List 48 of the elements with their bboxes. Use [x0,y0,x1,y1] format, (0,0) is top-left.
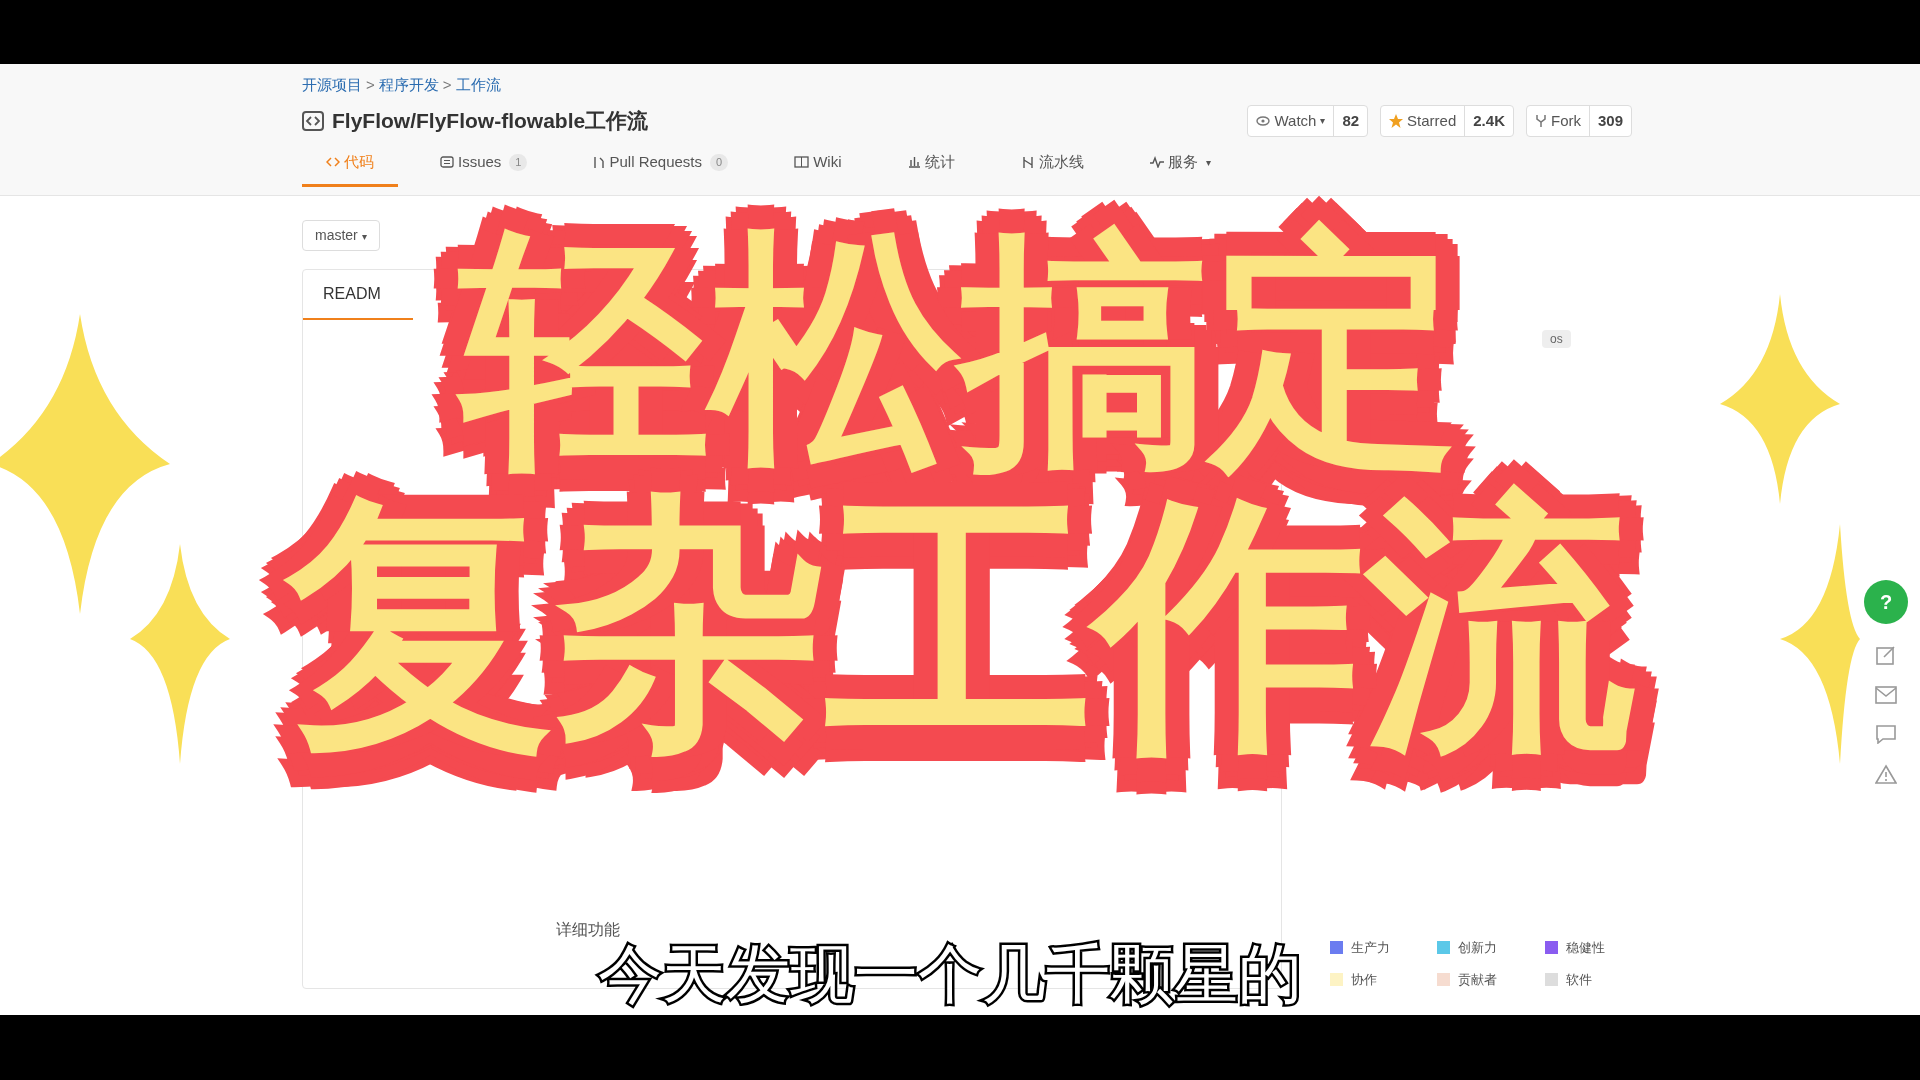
count-badge: 0 [710,154,729,171]
count-badge: 1 [509,154,528,171]
caret-icon: ▾ [1205,154,1211,170]
code-icon [326,156,340,169]
caret-icon: ▾ [1320,113,1326,129]
warning-icon[interactable] [1875,764,1897,784]
watch-count[interactable]: 82 [1333,105,1368,136]
star-icon [1389,113,1404,128]
star-count[interactable]: 2.4K [1464,105,1513,136]
breadcrumb-link[interactable]: 工作流 [455,74,501,97]
fork-count[interactable]: 309 [1588,105,1631,136]
repo-title[interactable]: FlyFlow/FlyFlow-flowable工作流 [332,105,649,137]
book-icon [794,156,810,169]
caret-icon: ▾ [361,231,367,242]
legend-label: 贡献者 [1458,970,1498,989]
readme-tab[interactable]: READM [323,285,381,302]
edit-icon[interactable] [1875,644,1897,666]
repo-tab[interactable]: 流水线 [996,151,1108,187]
branch-dropdown[interactable]: master ▾ [302,220,380,251]
star-button[interactable]: Starred [1381,105,1465,136]
pipeline-icon [1020,155,1035,169]
legend-label: 稳健性 [1565,939,1605,957]
legend-label: 软件 [1565,970,1592,989]
feature-note: 详细功能 [556,920,620,940]
fork-icon [1534,113,1547,128]
legend-label: 生产力 [1351,939,1390,957]
eye-icon [1256,115,1271,126]
breadcrumb-link[interactable]: 程序开发 [378,74,439,97]
code-icon [302,110,324,131]
repo-tab[interactable]: Issues 1 [416,151,552,187]
legend-label: 协作 [1351,970,1377,989]
mail-icon[interactable] [1875,686,1897,704]
watch-button[interactable]: Watch ▾ [1248,105,1334,136]
fork-button[interactable]: Fork [1526,105,1589,136]
issues-icon [440,156,454,169]
repo-tab[interactable]: 服务 ▾ [1125,151,1235,187]
pull-request-icon [593,155,606,169]
legend-label: 创新力 [1458,939,1498,957]
pulse-icon [1149,156,1164,169]
bar-chart-icon [907,156,921,169]
breadcrumb-separator: > [442,75,452,95]
chat-icon[interactable] [1875,724,1897,744]
breadcrumb-separator: > [366,75,375,95]
breadcrumb-link[interactable]: 开源项目 [302,74,362,97]
repo-tab[interactable]: Pull Requests 0 [569,151,753,187]
topic-tag[interactable]: os [1542,330,1571,348]
repo-tab[interactable]: Wiki [770,151,866,187]
repo-tab[interactable]: 统计 [883,151,979,187]
